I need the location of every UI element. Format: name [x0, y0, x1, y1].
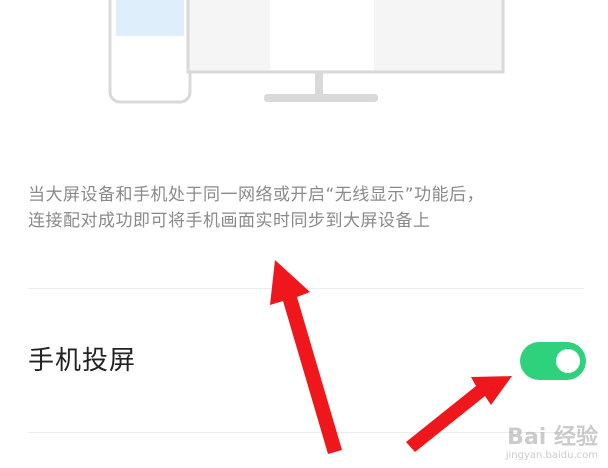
watermark-url: jingyan.baidu.com [505, 450, 598, 461]
divider-bottom [28, 432, 584, 433]
phone-illustration [108, 0, 192, 104]
baidu-jingyan-watermark: Bai 经验 jingyan.baidu.com [506, 426, 598, 462]
description-line-2: 连接配对成功即可将手机画面实时同步到大屏设备上 [28, 211, 431, 231]
watermark-brand: Bai 经验 [507, 425, 598, 450]
description-line-1: 当大屏设备和手机处于同一网络或开启“无线显示”功能后， [28, 185, 485, 205]
monitor-illustration [186, 0, 505, 102]
screen-cast-illustration [108, 0, 505, 104]
arrow-to-toggle [406, 376, 512, 452]
divider-top [28, 288, 584, 289]
toggle-knob [556, 349, 580, 373]
screen-cast-label: 手机投屏 [28, 346, 137, 376]
arrow-to-description [270, 260, 342, 454]
cast-description: 当大屏设备和手机处于同一网络或开启“无线显示”功能后， 连接配对成功即可将手机画… [28, 182, 588, 234]
screen-cast-toggle[interactable] [520, 342, 586, 380]
